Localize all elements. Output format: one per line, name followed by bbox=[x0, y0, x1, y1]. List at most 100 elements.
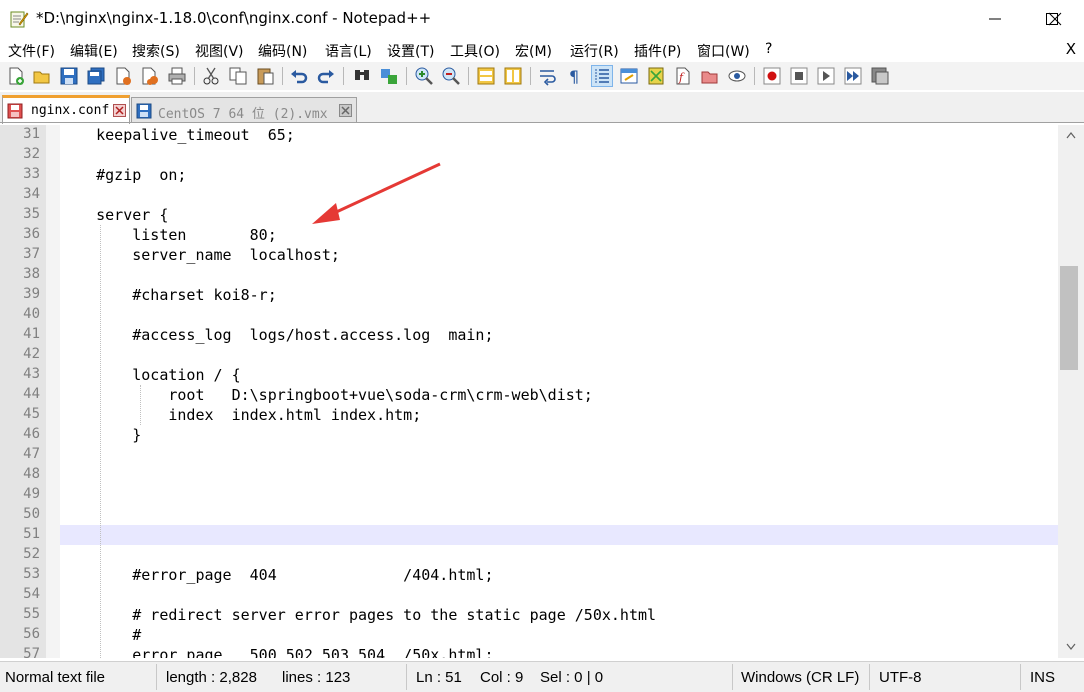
save-all-icon[interactable] bbox=[86, 66, 106, 86]
replace-icon[interactable] bbox=[379, 66, 399, 86]
close-all-icon[interactable] bbox=[140, 66, 160, 86]
close-window-button[interactable] bbox=[1026, 0, 1084, 38]
save-macro-icon[interactable] bbox=[870, 66, 890, 86]
menu-macro[interactable]: 宏(M) bbox=[515, 41, 552, 61]
line-number: 49 bbox=[23, 486, 40, 502]
code-line[interactable]: 34 bbox=[0, 185, 1058, 205]
code-line[interactable]: 46 } bbox=[0, 425, 1058, 445]
code-line[interactable]: 48 bbox=[0, 465, 1058, 485]
tab-close-icon[interactable] bbox=[339, 104, 352, 117]
code-line[interactable]: 53 #error_page 404 /404.html; bbox=[0, 565, 1058, 585]
line-number: 35 bbox=[23, 206, 40, 222]
paste-icon[interactable] bbox=[255, 66, 275, 86]
cut-icon[interactable] bbox=[201, 66, 221, 86]
code-line[interactable]: 42 bbox=[0, 345, 1058, 365]
line-number: 31 bbox=[23, 126, 40, 142]
code-line[interactable]: 47 bbox=[0, 445, 1058, 465]
folder-as-workspace-icon[interactable] bbox=[700, 66, 720, 86]
line-number: 43 bbox=[23, 366, 40, 382]
notepad-plus-plus-icon bbox=[10, 11, 29, 28]
menu-encoding[interactable]: 编码(N) bbox=[258, 41, 307, 61]
open-file-icon[interactable] bbox=[32, 66, 52, 86]
code-text: # redirect server error pages to the sta… bbox=[60, 606, 657, 624]
status-encoding[interactable]: UTF-8 bbox=[879, 669, 922, 686]
code-line[interactable]: 49 bbox=[0, 485, 1058, 505]
menu-help[interactable]: ? bbox=[765, 41, 772, 57]
redo-icon[interactable] bbox=[316, 66, 336, 86]
menu-search[interactable]: 搜索(S) bbox=[132, 41, 180, 61]
code-line[interactable]: 45 index index.html index.htm; bbox=[0, 405, 1058, 425]
menu-settings[interactable]: 设置(T) bbox=[387, 41, 434, 61]
play-macro-icon[interactable] bbox=[816, 66, 836, 86]
code-line[interactable]: 55 # redirect server error pages to the … bbox=[0, 605, 1058, 625]
code-line[interactable]: 32 bbox=[0, 145, 1058, 165]
code-line[interactable]: 33 #gzip on; bbox=[0, 165, 1058, 185]
code-line[interactable]: 43 location / { bbox=[0, 365, 1058, 385]
copy-icon[interactable] bbox=[228, 66, 248, 86]
monitoring-icon[interactable] bbox=[727, 66, 747, 86]
code-line[interactable]: 54 bbox=[0, 585, 1058, 605]
indent-guide-icon[interactable] bbox=[591, 65, 613, 87]
code-line[interactable]: 40 bbox=[0, 305, 1058, 325]
code-line[interactable]: 36 listen 80; bbox=[0, 225, 1058, 245]
code-line[interactable]: 37 server_name localhost; bbox=[0, 245, 1058, 265]
menu-plugins[interactable]: 插件(P) bbox=[634, 41, 681, 61]
zoom-out-icon[interactable] bbox=[441, 66, 461, 86]
status-bar: Normal text file length : 2,828 lines : … bbox=[0, 661, 1084, 692]
toolbar-separator bbox=[194, 67, 195, 85]
code-line[interactable]: 39 #charset koi8-r; bbox=[0, 285, 1058, 305]
minimize-icon bbox=[989, 18, 1001, 20]
word-wrap-icon[interactable] bbox=[538, 66, 558, 86]
minimize-button[interactable] bbox=[966, 0, 1024, 38]
scroll-down-icon[interactable] bbox=[1066, 643, 1076, 651]
menu-language[interactable]: 语言(L) bbox=[325, 41, 372, 61]
menu-view[interactable]: 视图(V) bbox=[195, 41, 244, 61]
vertical-scrollbar[interactable] bbox=[1058, 125, 1084, 658]
record-macro-icon[interactable] bbox=[762, 66, 782, 86]
code-line[interactable]: 38 bbox=[0, 265, 1058, 285]
code-line[interactable]: 44 root D:\springboot+vue\soda-crm\crm-w… bbox=[0, 385, 1058, 405]
close-file-icon[interactable] bbox=[113, 66, 133, 86]
code-line[interactable]: 52 bbox=[0, 545, 1058, 565]
code-line[interactable]: 56 # bbox=[0, 625, 1058, 645]
new-file-icon[interactable] bbox=[6, 66, 26, 86]
menu-run[interactable]: 运行(R) bbox=[570, 41, 619, 61]
code-text: keepalive_timeout 65; bbox=[60, 126, 295, 144]
menu-edit[interactable]: 编辑(E) bbox=[70, 41, 118, 61]
toolbar-separator bbox=[406, 67, 407, 85]
code-line[interactable]: 35 server { bbox=[0, 205, 1058, 225]
status-eol-format[interactable]: Windows (CR LF) bbox=[741, 669, 859, 686]
code-line[interactable]: 57 error_page 500 502 503 504 /50x.html; bbox=[0, 645, 1058, 658]
scrollbar-thumb[interactable] bbox=[1060, 266, 1078, 370]
code-line[interactable]: 41 #access_log logs/host.access.log main… bbox=[0, 325, 1058, 345]
tab-close-icon[interactable] bbox=[113, 104, 126, 117]
tab-nginx-conf[interactable]: nginx.conf bbox=[2, 95, 130, 124]
stop-macro-icon[interactable] bbox=[789, 66, 809, 86]
document-map-icon[interactable] bbox=[646, 66, 666, 86]
code-line[interactable]: 31 keepalive_timeout 65; bbox=[0, 125, 1058, 145]
code-line[interactable]: 51 bbox=[23, 525, 1058, 545]
save-icon[interactable] bbox=[59, 66, 79, 86]
code-line[interactable]: 50 bbox=[0, 505, 1058, 525]
show-all-characters-icon[interactable]: ¶ bbox=[565, 66, 585, 86]
scroll-up-icon[interactable] bbox=[1066, 131, 1076, 139]
line-number: 55 bbox=[23, 606, 40, 622]
close-document-button[interactable]: X bbox=[1066, 40, 1076, 58]
menu-tools[interactable]: 工具(O) bbox=[450, 41, 500, 61]
undo-icon[interactable] bbox=[289, 66, 309, 86]
find-icon[interactable] bbox=[352, 66, 372, 86]
zoom-in-icon[interactable] bbox=[414, 66, 434, 86]
menu-file[interactable]: 文件(F) bbox=[8, 41, 55, 61]
status-separator bbox=[732, 664, 733, 690]
line-number: 46 bbox=[23, 426, 40, 442]
run-macro-multiple-icon[interactable] bbox=[843, 66, 863, 86]
menu-window[interactable]: 窗口(W) bbox=[697, 41, 750, 61]
function-list-icon[interactable]: f bbox=[673, 66, 693, 86]
sync-horizontal-icon[interactable] bbox=[503, 66, 523, 86]
tab-centos-vmx[interactable]: CentOS 7 64 位 (2).vmx bbox=[131, 97, 357, 123]
sync-vertical-icon[interactable] bbox=[476, 66, 496, 86]
editor-area[interactable]: 31 keepalive_timeout 65; 32 33 #gzip on; 34… bbox=[0, 125, 1058, 658]
print-icon[interactable] bbox=[167, 66, 187, 86]
user-defined-language-icon[interactable] bbox=[619, 66, 639, 86]
status-insert-mode[interactable]: INS bbox=[1030, 669, 1055, 686]
